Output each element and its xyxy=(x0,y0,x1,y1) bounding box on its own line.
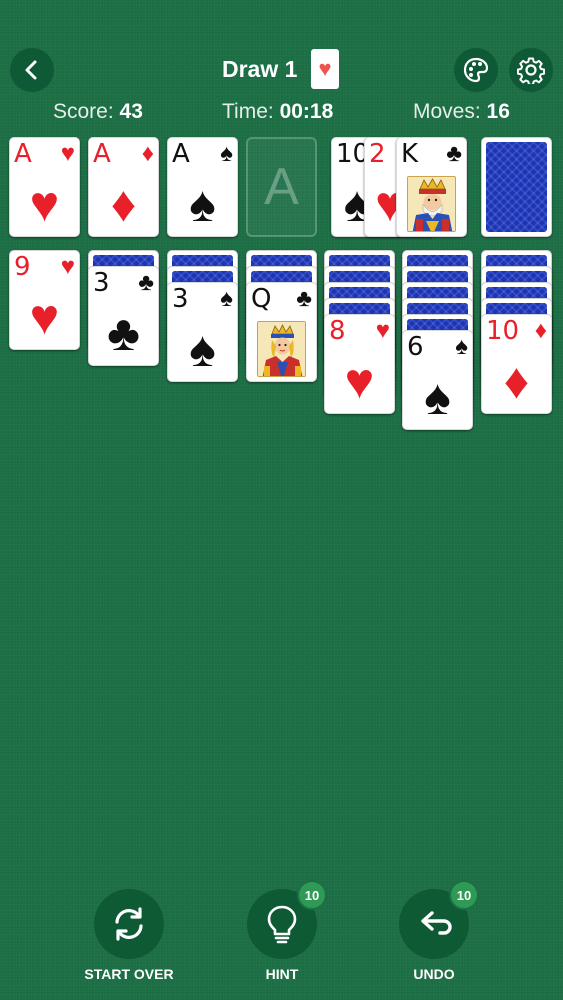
card-suit-corner: ♦ xyxy=(534,317,547,344)
card-suit-center: ♣ xyxy=(107,305,140,361)
chevron-left-icon xyxy=(25,60,37,80)
king-figure-icon xyxy=(408,177,455,231)
score-stat: Score: 43 xyxy=(53,100,143,124)
tableau-col-3-card[interactable]: 3 ♠ ♠ xyxy=(167,282,238,382)
card-suit-center: ♥ xyxy=(29,289,60,345)
moves-value: 16 xyxy=(486,100,510,123)
empty-slot-placeholder: A xyxy=(264,158,299,216)
card-rank: Q xyxy=(251,284,272,314)
card-suit-corner: ♠ xyxy=(220,140,233,167)
settings-button[interactable] xyxy=(509,48,553,92)
card-suit-center: ♥ xyxy=(29,176,60,232)
undo-label: UNDO xyxy=(413,966,455,982)
card-rank: 3 xyxy=(172,284,189,314)
refresh-icon xyxy=(115,907,143,941)
waste-top-card[interactable]: K ♣ xyxy=(396,137,467,237)
card-suit-corner: ♣ xyxy=(138,269,154,296)
time-stat: Time: 00:18 xyxy=(222,100,333,124)
card-suit-center: ♥ xyxy=(344,353,375,409)
card-suit-center: ♠ xyxy=(189,176,216,232)
lightbulb-icon xyxy=(267,905,297,944)
card-rank: 9 xyxy=(14,252,31,282)
card-suit-center: ♠ xyxy=(189,321,216,377)
card-rank: 3 xyxy=(93,268,110,298)
card-suit-corner: ♠ xyxy=(455,333,468,360)
card-suit-corner: ♣ xyxy=(446,140,462,167)
start-over-label: START OVER xyxy=(84,966,174,982)
time-label: Time: xyxy=(222,100,274,123)
card-suit-center: ♦ xyxy=(110,176,137,232)
foundation-empty-slot[interactable]: A xyxy=(246,137,317,237)
undo-icon xyxy=(421,911,452,935)
foundation-diamonds[interactable]: A ♦ ♦ xyxy=(88,137,159,237)
theme-button[interactable] xyxy=(454,48,498,92)
hint-count-badge: 10 xyxy=(297,880,327,910)
tableau-col-1-card[interactable]: 9 ♥ ♥ xyxy=(9,250,80,350)
tableau-col-4-card[interactable]: Q ♣ xyxy=(246,282,317,382)
hint-label: HINT xyxy=(265,966,299,982)
tableau-col-6-card[interactable]: 6 ♠ ♠ xyxy=(402,330,473,430)
start-over-button[interactable] xyxy=(94,889,164,959)
time-value: 00:18 xyxy=(279,100,334,123)
card-rank: A xyxy=(172,139,190,169)
foundation-spades[interactable]: A ♠ ♠ xyxy=(167,137,238,237)
card-rank: K xyxy=(401,139,419,169)
score-value: 43 xyxy=(119,100,143,123)
stock-pile[interactable] xyxy=(481,137,552,237)
tableau-col-2-card[interactable]: 3 ♣ ♣ xyxy=(88,266,159,366)
palette-icon xyxy=(463,57,489,83)
card-rank: A xyxy=(93,139,111,169)
queen-figure-icon xyxy=(258,322,305,376)
moves-stat: Moves: 16 xyxy=(413,100,510,124)
card-suit-corner: ♥ xyxy=(60,253,75,280)
card-suit-corner: ♥ xyxy=(375,317,390,344)
back-button[interactable] xyxy=(10,48,54,92)
moves-label: Moves: xyxy=(413,100,481,123)
card-suit-center: ♦ xyxy=(503,353,530,409)
gear-icon xyxy=(517,57,545,84)
card-rank: 10 xyxy=(486,316,520,346)
tableau-col-5-card[interactable]: 8 ♥ ♥ xyxy=(324,314,395,414)
card-suit-corner: ♠ xyxy=(220,285,233,312)
tableau-col-7-card[interactable]: 10 ♦ ♦ xyxy=(481,314,552,414)
card-suit-corner: ♥ xyxy=(60,140,75,167)
card-suit-corner: ♣ xyxy=(296,285,312,312)
draw-mode-card-icon: ♥ xyxy=(311,49,339,89)
queen-face-illustration xyxy=(257,321,306,377)
undo-count-badge: 10 xyxy=(449,880,479,910)
foundation-hearts[interactable]: A ♥ ♥ xyxy=(9,137,80,237)
card-rank: 2 xyxy=(369,139,386,169)
score-label: Score: xyxy=(53,100,114,123)
card-rank: 6 xyxy=(407,332,424,362)
king-face-illustration xyxy=(407,176,456,232)
card-rank: A xyxy=(14,139,32,169)
card-rank: 8 xyxy=(329,316,346,346)
game-mode-title: Draw 1 xyxy=(222,56,298,82)
card-suit-corner: ♦ xyxy=(141,140,154,167)
card-suit-center: ♠ xyxy=(424,369,451,425)
